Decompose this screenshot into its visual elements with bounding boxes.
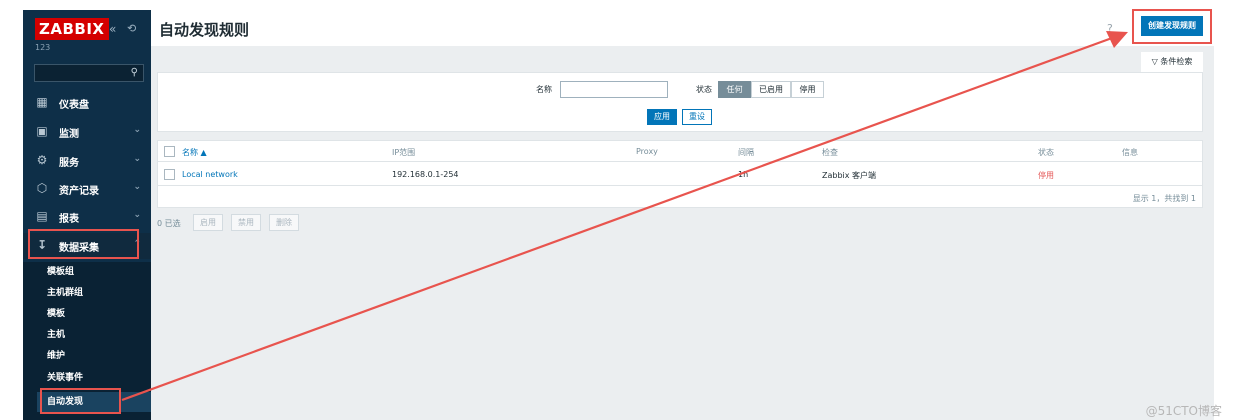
annotation-arrow-line <box>121 36 1113 402</box>
annotation-arrow <box>121 31 1128 402</box>
screenshot-stage: ZABBIX « ⟲ 123 ⚲ ▦ 仪表盘 ▣ 监测 ⌄ ⚙ 服务 ⌄ ⬡ 资… <box>0 0 1236 420</box>
watermark: @51CTO博客 <box>1145 404 1222 418</box>
